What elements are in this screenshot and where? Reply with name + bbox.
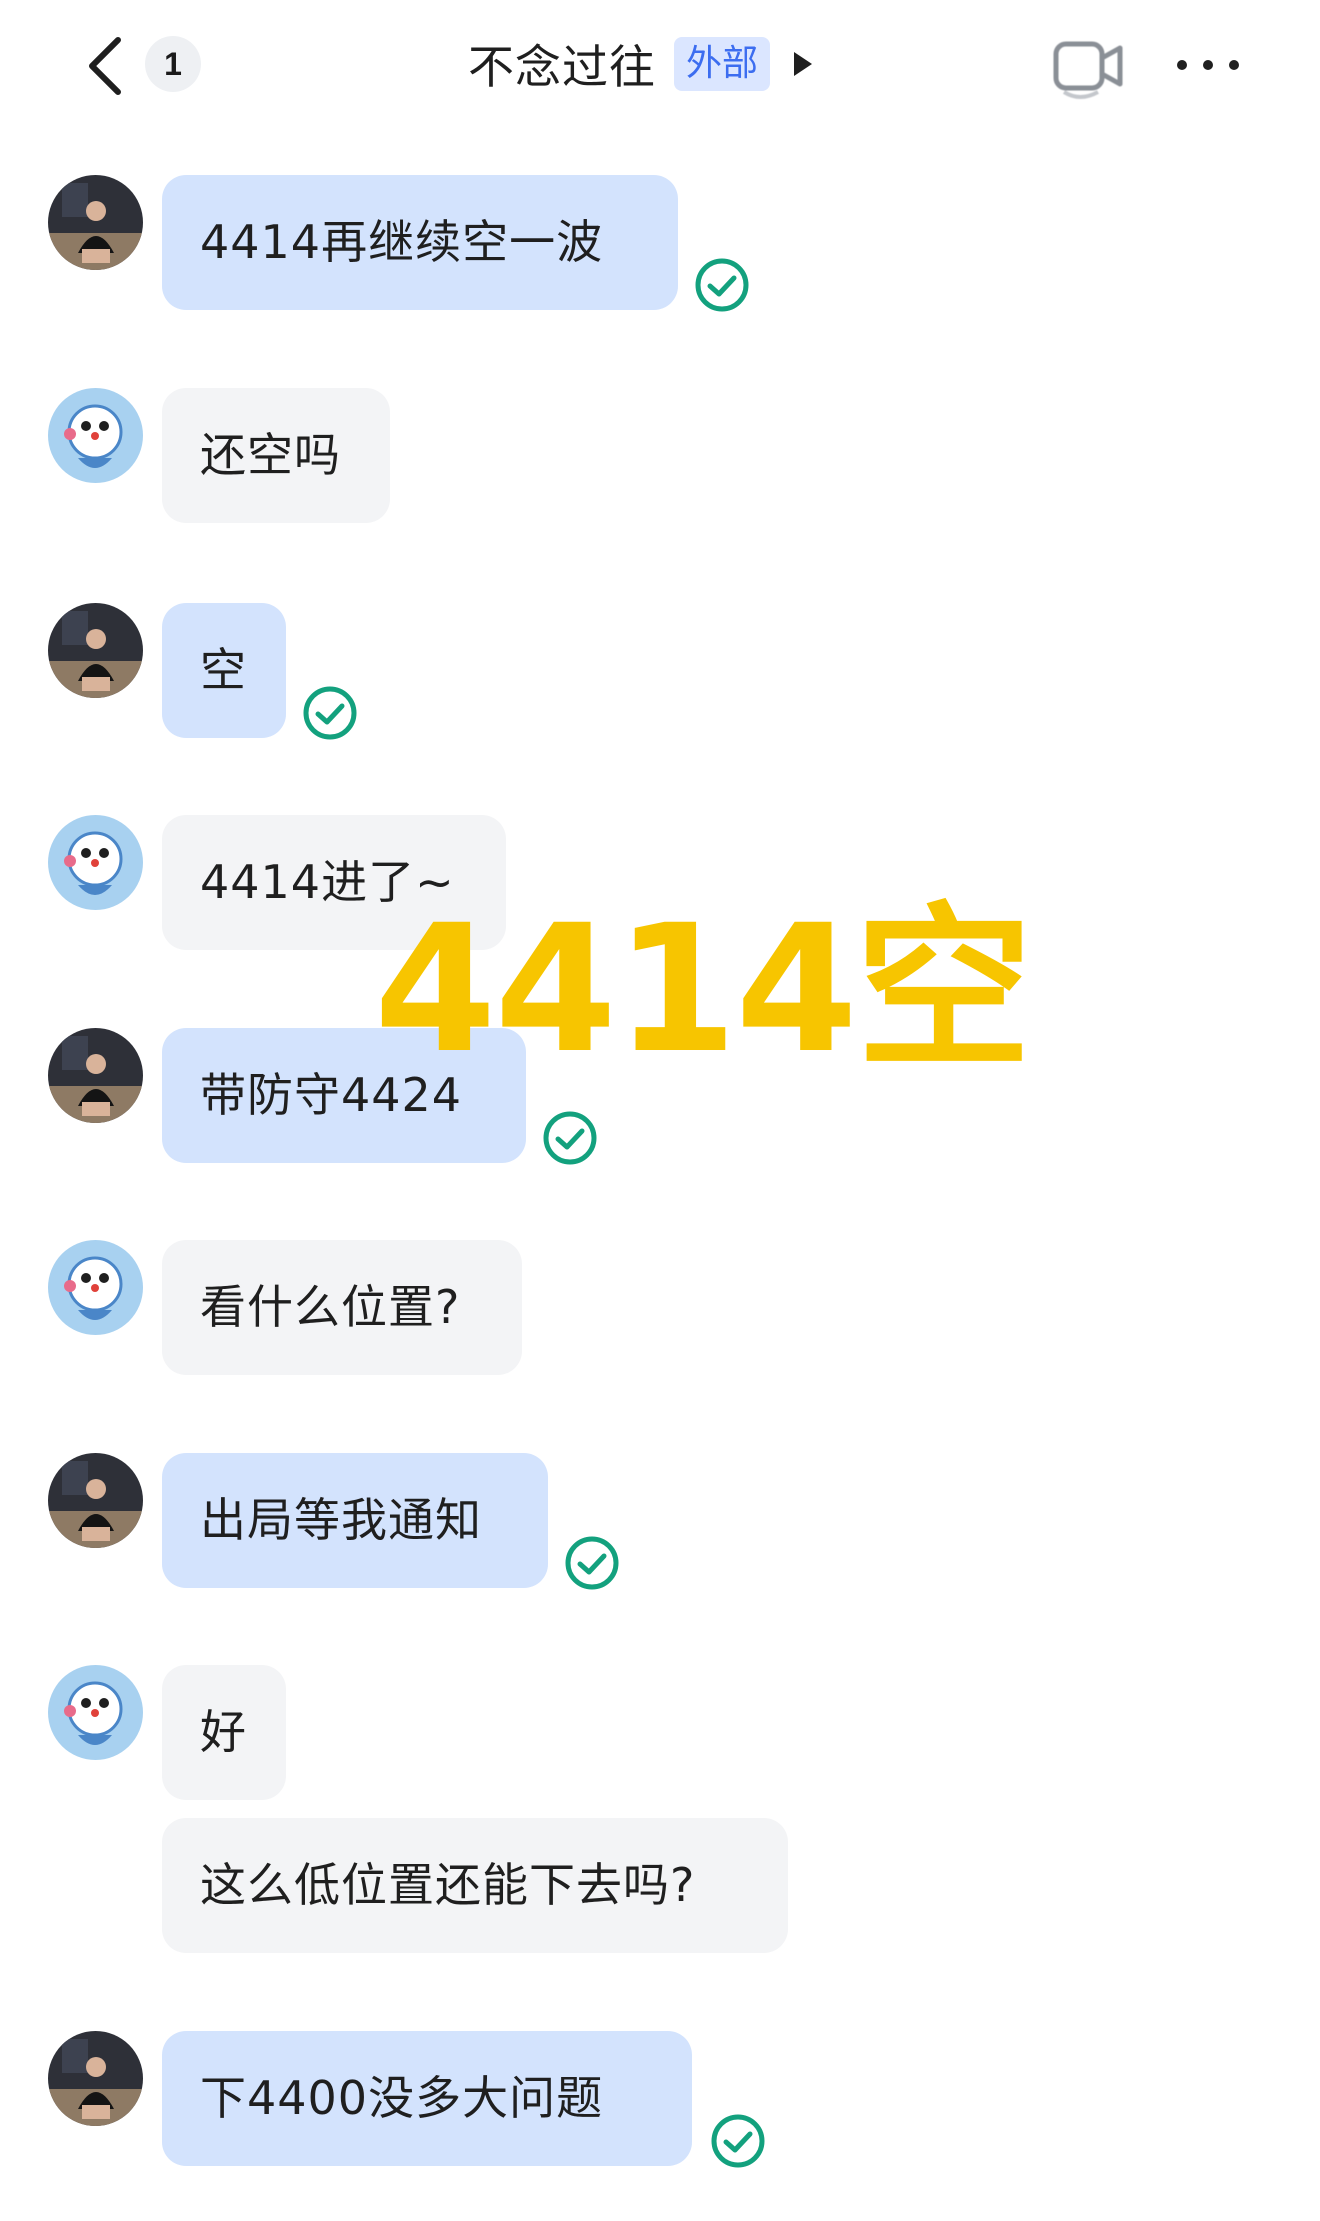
my-avatar[interactable] bbox=[48, 2031, 143, 2126]
cartoon-cat-avatar bbox=[48, 1665, 143, 1760]
back-button[interactable] bbox=[78, 28, 138, 104]
chat-header: 1 不念过往 外部 bbox=[0, 0, 1320, 128]
message-bubble-outgoing[interactable]: 4414再继续空一波 bbox=[162, 175, 678, 310]
chat-screen: 1 不念过往 外部 4414再继续空一波 还空吗 空 4414进了~ 带防守44… bbox=[0, 0, 1320, 2221]
chat-title: 不念过往 bbox=[468, 40, 656, 94]
message-bubble-outgoing[interactable]: 空 bbox=[162, 603, 286, 738]
read-check-icon bbox=[302, 685, 358, 741]
cartoon-cat-avatar bbox=[48, 815, 143, 910]
cartoon-cat-avatar bbox=[48, 388, 143, 483]
video-call-button[interactable] bbox=[1046, 22, 1130, 112]
my-avatar[interactable] bbox=[48, 603, 143, 698]
chevron-left-icon bbox=[89, 37, 121, 95]
contact-avatar[interactable] bbox=[48, 1240, 143, 1335]
message-bubble-incoming[interactable]: 看什么位置? bbox=[162, 1240, 522, 1375]
message-bubble-incoming[interactable]: 好 bbox=[162, 1665, 286, 1800]
unread-count-badge[interactable]: 1 bbox=[145, 36, 201, 92]
chat-title-group[interactable]: 不念过往 外部 bbox=[468, 32, 814, 96]
read-check-icon bbox=[542, 1110, 598, 1166]
message-bubble-outgoing[interactable]: 下4400没多大问题 bbox=[162, 2031, 692, 2166]
cartoon-cat-avatar bbox=[48, 1240, 143, 1335]
user-photo-avatar bbox=[48, 1453, 143, 1548]
my-avatar[interactable] bbox=[48, 175, 143, 270]
user-photo-avatar bbox=[48, 175, 143, 270]
read-check-icon bbox=[694, 257, 750, 313]
external-tag: 外部 bbox=[674, 37, 771, 91]
message-bubble-incoming[interactable]: 4414进了~ bbox=[162, 815, 506, 950]
contact-avatar[interactable] bbox=[48, 815, 143, 910]
message-bubble-outgoing[interactable]: 出局等我通知 bbox=[162, 1453, 548, 1588]
my-avatar[interactable] bbox=[48, 1028, 143, 1123]
user-photo-avatar bbox=[48, 603, 143, 698]
message-bubble-outgoing[interactable]: 带防守4424 bbox=[162, 1028, 526, 1163]
message-bubble-incoming[interactable]: 还空吗 bbox=[162, 388, 390, 523]
read-check-icon bbox=[564, 1535, 620, 1591]
read-check-icon bbox=[710, 2113, 766, 2169]
my-avatar[interactable] bbox=[48, 1453, 143, 1548]
contact-avatar[interactable] bbox=[48, 388, 143, 483]
user-photo-avatar bbox=[48, 1028, 143, 1123]
user-photo-avatar bbox=[48, 2031, 143, 2126]
play-triangle-icon bbox=[794, 52, 813, 76]
more-options-button[interactable] bbox=[1170, 40, 1246, 90]
contact-avatar[interactable] bbox=[48, 1665, 143, 1760]
more-dots-icon bbox=[1177, 60, 1239, 70]
message-bubble-incoming[interactable]: 这么低位置还能下去吗? bbox=[162, 1818, 788, 1953]
video-call-icon bbox=[1053, 41, 1123, 99]
